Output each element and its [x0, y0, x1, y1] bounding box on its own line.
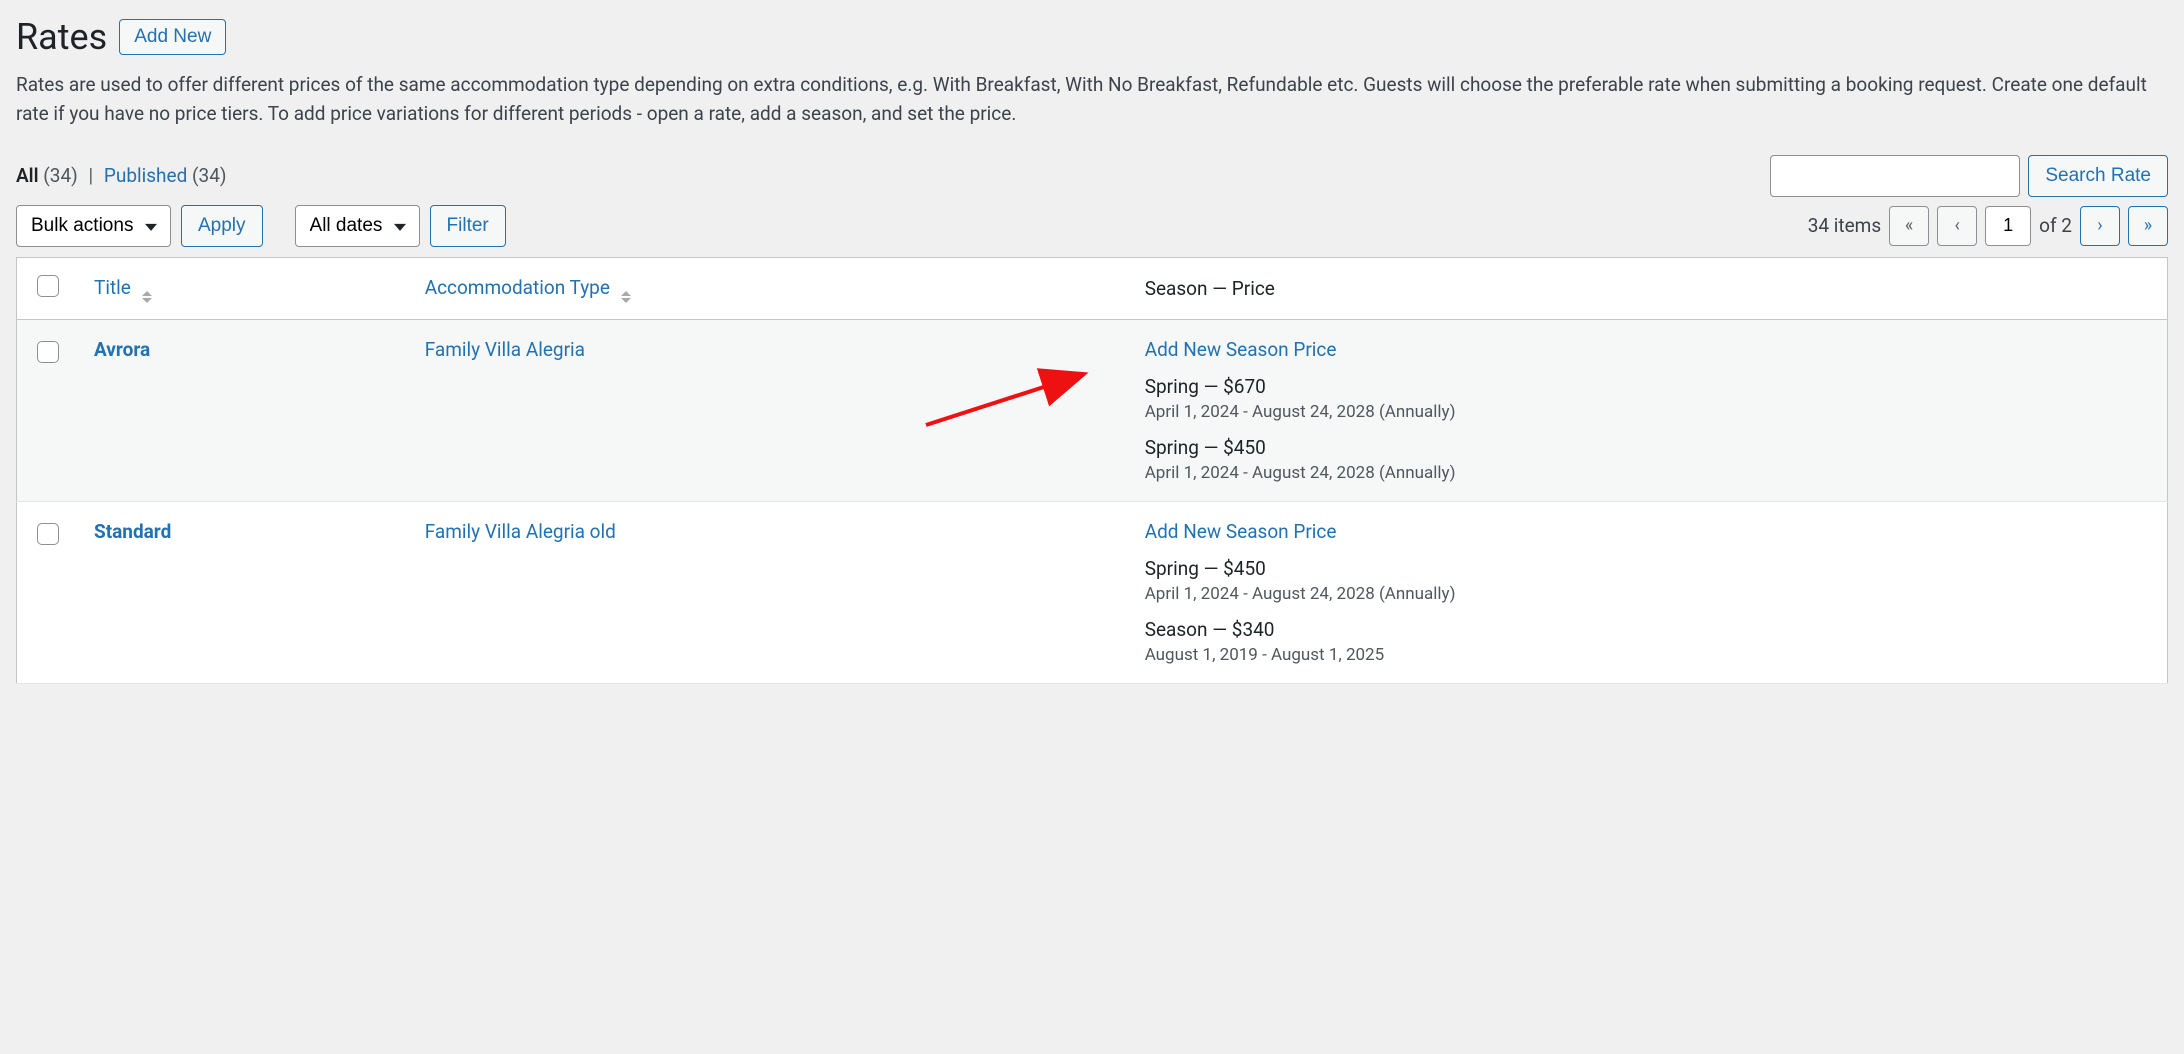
accommodation-link[interactable]: Family Villa Alegria: [425, 338, 585, 361]
season-label: Season — $340: [1145, 618, 2151, 641]
column-accommodation-label: Accommodation Type: [425, 276, 610, 299]
season-price-item: Season — $340 August 1, 2019 - August 1,…: [1145, 618, 2151, 665]
first-page-button[interactable]: «: [1889, 206, 1929, 246]
table-row: Standard Family Villa Alegria old Add Ne…: [17, 501, 2168, 683]
filter-button[interactable]: Filter: [430, 205, 506, 247]
season-dates: April 1, 2024 - August 24, 2028 (Annuall…: [1145, 463, 2151, 483]
add-new-button[interactable]: Add New: [119, 19, 226, 55]
rate-title-link[interactable]: Avrora: [94, 338, 150, 361]
select-all-checkbox[interactable]: [37, 275, 59, 297]
add-season-price-link[interactable]: Add New Season Price: [1145, 338, 1337, 361]
page-description: Rates are used to offer different prices…: [16, 70, 2168, 129]
season-dates: August 1, 2019 - August 1, 2025: [1145, 645, 2151, 665]
column-title-label: Title: [94, 276, 131, 299]
season-label: Spring — $670: [1145, 375, 2151, 398]
season-price-item: Spring — $670 April 1, 2024 - August 24,…: [1145, 375, 2151, 422]
page-of-text: of 2: [2039, 214, 2072, 237]
table-row: Avrora Family Villa Alegria Add New Seas…: [17, 319, 2168, 501]
next-page-button[interactable]: ›: [2080, 206, 2120, 246]
apply-button[interactable]: Apply: [181, 205, 263, 247]
items-count: 34 items: [1808, 214, 1881, 237]
bulk-actions-select[interactable]: Bulk actions: [16, 205, 171, 247]
current-page-input[interactable]: [1985, 206, 2031, 246]
row-checkbox[interactable]: [37, 523, 59, 545]
season-price-item: Spring — $450 April 1, 2024 - August 24,…: [1145, 557, 2151, 604]
filter-published-count: (34): [192, 164, 226, 187]
sort-icon: [621, 291, 631, 303]
filter-all[interactable]: All (34): [16, 164, 83, 187]
filter-published-label: Published: [104, 164, 187, 187]
season-label: Spring — $450: [1145, 436, 2151, 459]
season-price-item: Spring — $450 April 1, 2024 - August 24,…: [1145, 436, 2151, 483]
column-title[interactable]: Title: [78, 257, 409, 319]
date-filter-select[interactable]: All dates: [295, 205, 420, 247]
rates-table: Title Accommodation Type Season — Price …: [16, 257, 2168, 684]
season-dates: April 1, 2024 - August 24, 2028 (Annuall…: [1145, 402, 2151, 422]
filter-all-label: All: [16, 164, 39, 187]
search-button[interactable]: Search Rate: [2028, 155, 2168, 197]
filter-published[interactable]: Published (34): [104, 164, 227, 187]
add-season-price-link[interactable]: Add New Season Price: [1145, 520, 1337, 543]
season-dates: April 1, 2024 - August 24, 2028 (Annuall…: [1145, 584, 2151, 604]
season-label: Spring — $450: [1145, 557, 2151, 580]
search-input[interactable]: [1770, 155, 2020, 197]
column-accommodation[interactable]: Accommodation Type: [409, 257, 1129, 319]
row-checkbox[interactable]: [37, 341, 59, 363]
filter-all-count: (34): [43, 164, 77, 187]
page-title: Rates: [16, 16, 107, 58]
filter-separator: |: [83, 164, 100, 187]
prev-page-button[interactable]: ‹: [1937, 206, 1977, 246]
last-page-button[interactable]: »: [2128, 206, 2168, 246]
column-season-price: Season — Price: [1129, 257, 2168, 319]
rate-title-link[interactable]: Standard: [94, 520, 171, 543]
sort-icon: [142, 291, 152, 303]
accommodation-link[interactable]: Family Villa Alegria old: [425, 520, 616, 543]
status-filters: All (34) | Published (34): [16, 164, 227, 187]
